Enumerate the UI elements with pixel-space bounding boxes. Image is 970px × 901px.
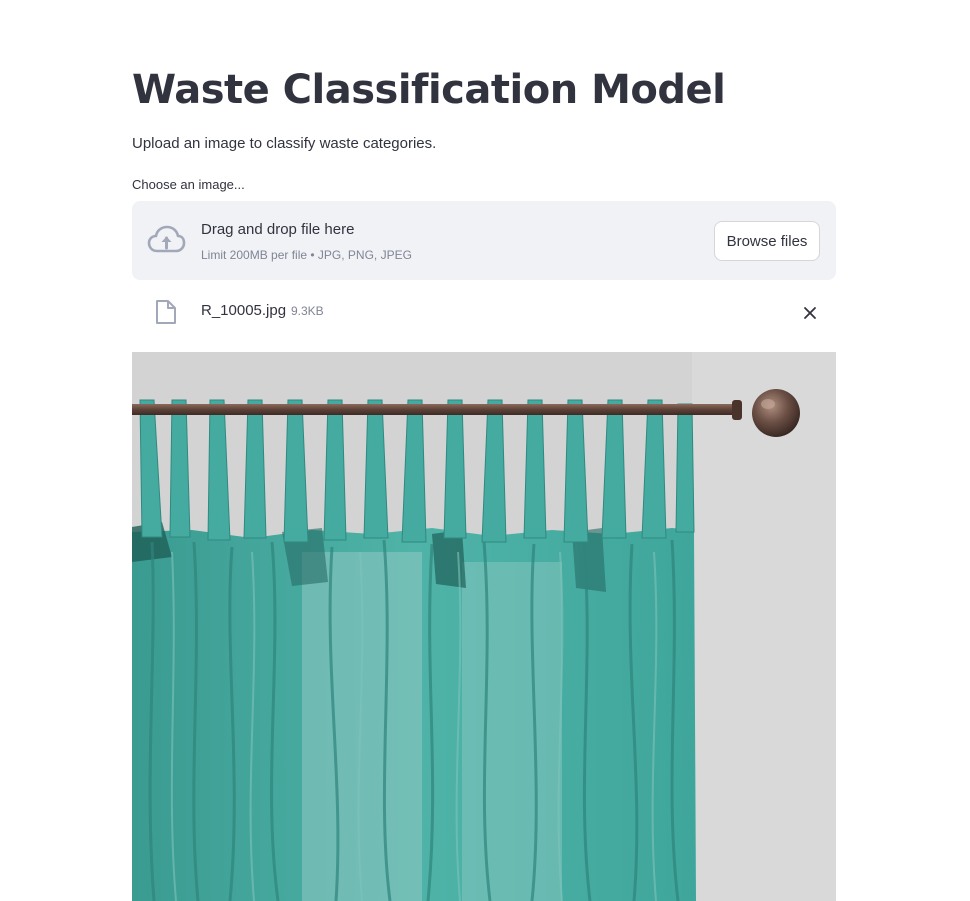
uploaded-file-name: R_10005.jpg xyxy=(201,302,287,319)
uploaded-image-preview xyxy=(132,352,836,901)
dropzone-instructions: Drag and drop file here xyxy=(201,221,355,238)
uploaded-file-item: R_10005.jpg 9.3KB xyxy=(132,291,836,331)
file-icon xyxy=(156,300,176,324)
page-title: Waste Classification Model xyxy=(132,67,726,113)
file-dropzone[interactable]: Drag and drop file here Limit 200MB per … xyxy=(132,201,836,280)
curtain-image xyxy=(132,352,836,901)
cloud-upload-icon xyxy=(147,225,186,253)
browse-files-button[interactable]: Browse files xyxy=(714,221,820,261)
close-icon xyxy=(804,307,816,319)
page-subtitle: Upload an image to classify waste catego… xyxy=(132,135,437,152)
remove-file-button[interactable] xyxy=(798,301,822,325)
uploader-label: Choose an image... xyxy=(132,177,245,192)
dropzone-limit-text: Limit 200MB per file • JPG, PNG, JPEG xyxy=(201,248,412,262)
uploaded-file-size: 9.3KB xyxy=(291,304,324,318)
